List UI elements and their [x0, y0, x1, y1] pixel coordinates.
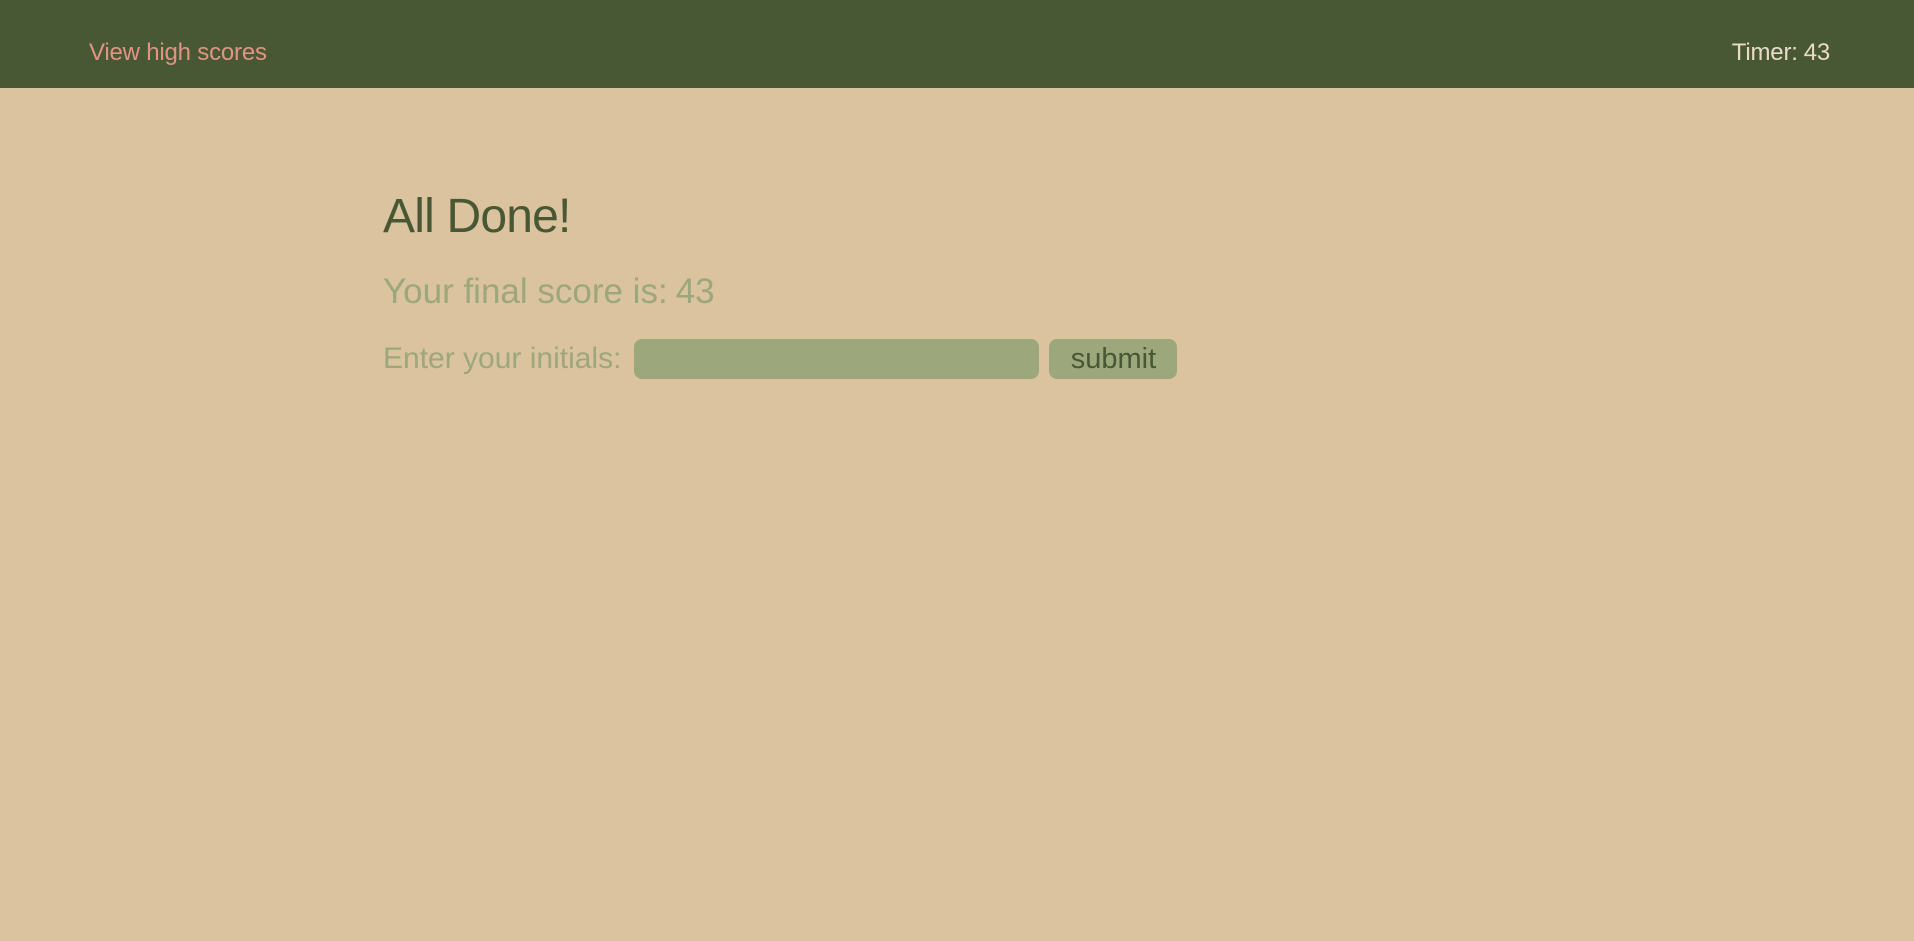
final-score-value: 43	[675, 272, 715, 311]
initials-label: Enter your initials:	[383, 342, 622, 375]
view-high-scores-link[interactable]: View high scores	[89, 38, 267, 68]
timer-label: Timer:	[1731, 39, 1798, 66]
quiz-end-panel: All Done! Your final score is: 43 Enter y…	[383, 182, 1483, 379]
timer: Timer: 43	[1732, 38, 1830, 68]
initials-form: Enter your initials: submit	[383, 339, 1178, 379]
final-score-label: Your final score is:	[383, 272, 668, 311]
initials-input[interactable]	[634, 339, 1040, 379]
page-title: All Done!	[383, 190, 571, 243]
submit-button[interactable]: submit	[1049, 339, 1178, 379]
header-bar: View high scores Timer: 43	[0, 0, 1914, 88]
final-score: Your final score is: 43	[383, 270, 715, 314]
timer-value: 43	[1803, 39, 1830, 66]
